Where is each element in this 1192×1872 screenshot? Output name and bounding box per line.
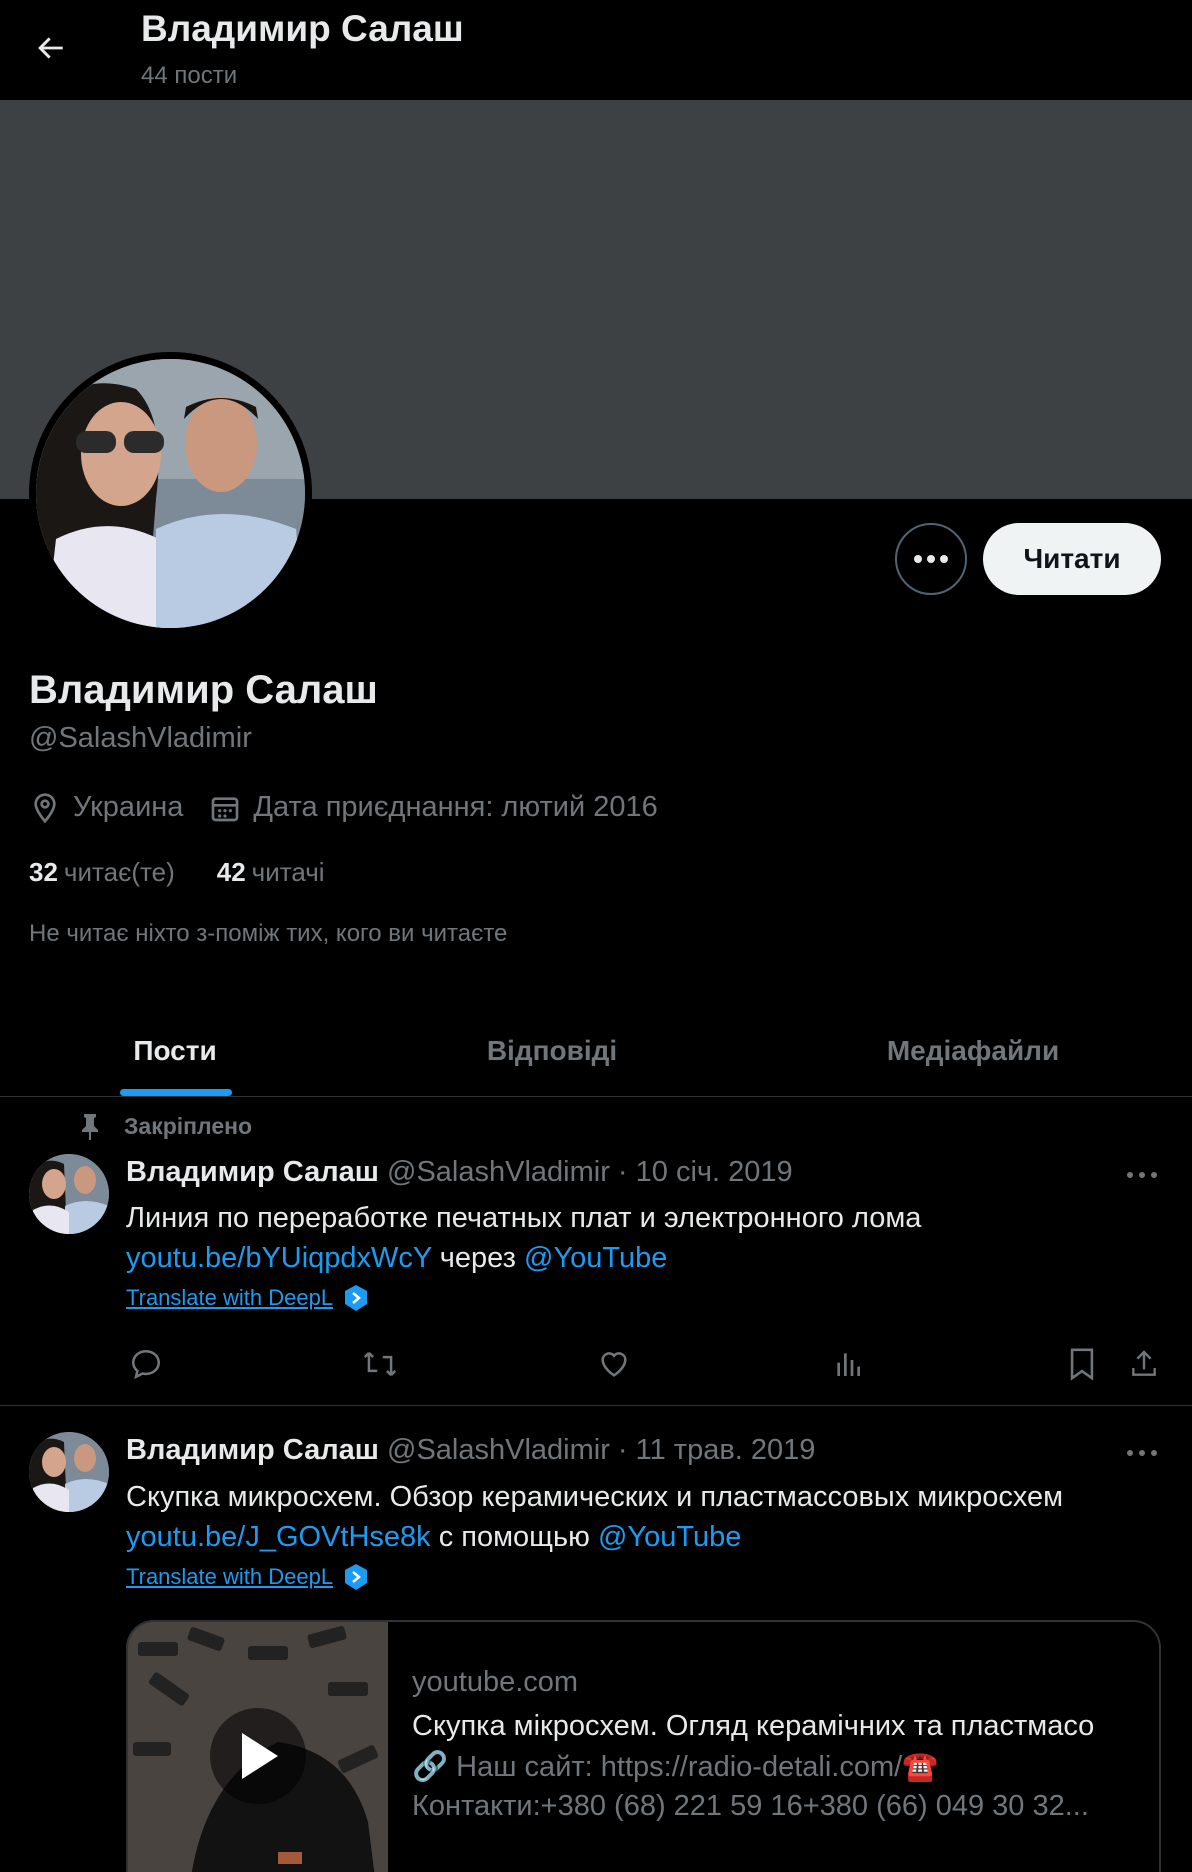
translate-label: Translate with DeepL <box>126 1564 334 1589</box>
repost-button[interactable] <box>360 1344 400 1384</box>
repost-icon <box>363 1352 397 1376</box>
active-tab-indicator <box>120 1089 232 1096</box>
card-description: 🔗 Наш сайт: https://radio-detali.com/☎️ <box>412 1751 939 1783</box>
reply-icon <box>131 1349 161 1380</box>
post-author-name[interactable]: Владимир Салаш <box>126 1434 379 1466</box>
back-button[interactable] <box>28 26 72 70</box>
post-link[interactable]: youtu.be/J_GOVtHse8k <box>126 1521 431 1553</box>
post-text: Скупка микросхем. Обзор керамических и п… <box>126 1477 1063 1557</box>
pin-icon <box>82 1114 98 1140</box>
tab-posts[interactable]: Пости <box>0 1005 350 1096</box>
arrow-left-icon <box>38 37 63 59</box>
profile-name: Владимир Салаш <box>29 668 378 712</box>
like-button[interactable] <box>594 1344 634 1384</box>
post-connector: через <box>431 1242 525 1274</box>
reply-button[interactable] <box>126 1344 166 1384</box>
link-preview-card[interactable]: youtube.com Скупка мікросхем. Огляд кера… <box>126 1620 1161 1872</box>
views-button[interactable] <box>828 1344 868 1384</box>
post-more-button[interactable] <box>1122 1438 1162 1468</box>
post-item[interactable]: Закріплено Владимир Салаш @SalashVladimi… <box>0 1098 1192 1406</box>
more-icon <box>1127 1450 1157 1456</box>
bookmark-button[interactable] <box>1062 1344 1102 1384</box>
share-icon <box>1132 1350 1156 1376</box>
translate-link[interactable]: Translate with DeepL <box>126 1284 369 1312</box>
following-link[interactable]: 32 читає(те) <box>29 857 175 888</box>
bookmark-icon <box>1070 1348 1094 1381</box>
location: Украина <box>29 791 183 824</box>
followers-label: читачі <box>251 857 325 887</box>
play-button[interactable] <box>210 1708 306 1804</box>
heart-icon <box>601 1352 627 1377</box>
translate-label: Translate with DeepL <box>126 1285 334 1310</box>
video-thumbnail[interactable] <box>128 1622 388 1872</box>
post-body: Скупка микросхем. Обзор керамических и п… <box>126 1481 1064 1513</box>
share-button[interactable] <box>1124 1344 1164 1384</box>
post-body: Линия по переработке печатных плат и эле… <box>126 1202 922 1234</box>
tab-media-label: Медіафайли <box>886 1034 1060 1066</box>
post-connector: с помощью <box>430 1521 598 1553</box>
calendar-icon <box>212 796 239 821</box>
more-icon <box>1127 1172 1157 1178</box>
profile-handle: @SalashVladimir <box>29 722 252 754</box>
join-date: Дата приєднання: лютий 2016 <box>209 791 658 824</box>
post-count: 44 пости <box>141 62 238 89</box>
mutual-followers-note: Не читає ніхто з-поміж тих, кого ви чита… <box>29 920 508 947</box>
following-label: читає(те) <box>63 857 175 887</box>
post-actions <box>126 1344 1166 1384</box>
tab-media[interactable]: Медіафайли <box>754 1005 1192 1096</box>
deepl-icon <box>345 1285 368 1311</box>
post-mention[interactable]: @YouTube <box>524 1242 667 1274</box>
post-header: Владимир Салаш @SalashVladimir · 11 трав… <box>126 1434 815 1467</box>
tab-replies-label: Відповіді <box>486 1034 618 1066</box>
more-icon <box>914 555 948 563</box>
profile-tabs: Пости Відповіді Медіафайли <box>0 1005 1192 1097</box>
post-more-button[interactable] <box>1122 1160 1162 1190</box>
post-date[interactable]: · 10 січ. 2019 <box>618 1156 793 1188</box>
profile-avatar[interactable] <box>29 352 312 635</box>
card-description-contacts: Контакти:+380 (68) 221 59 16+380 (66) 04… <box>412 1790 1089 1822</box>
tab-posts-label: Пости <box>133 1034 217 1066</box>
followers-count: 42 <box>216 857 246 887</box>
post-header: Владимир Салаш @SalashVladimir · 10 січ.… <box>126 1156 793 1189</box>
join-date-text: Дата приєднання: лютий 2016 <box>253 791 658 823</box>
translate-link[interactable]: Translate with DeepL <box>126 1563 369 1591</box>
tab-replies[interactable]: Відповіді <box>350 1005 754 1096</box>
followers-link[interactable]: 42 читачі <box>217 857 325 888</box>
card-title: Скупка мікросхем. Огляд керамічних та пл… <box>412 1710 1095 1742</box>
post-date[interactable]: · 11 трав. 2019 <box>618 1434 815 1466</box>
top-bar: Владимир Салаш 44 пости <box>0 0 1192 100</box>
more-options-button[interactable] <box>895 523 967 595</box>
location-pin-icon <box>34 792 56 823</box>
post-avatar[interactable] <box>29 1154 109 1234</box>
post-author-name[interactable]: Владимир Салаш <box>126 1156 379 1188</box>
analytics-icon <box>837 1353 860 1376</box>
header-title: Владимир Салаш <box>141 8 464 49</box>
profile-meta: Украина Дата приєднання: лютий 2016 <box>29 791 684 824</box>
deepl-icon <box>345 1564 368 1590</box>
post-link[interactable]: youtu.be/bYUiqpdxWcY <box>126 1242 432 1274</box>
following-count: 32 <box>29 857 58 887</box>
play-icon <box>242 1733 278 1779</box>
location-text: Украина <box>73 791 184 823</box>
post-author-handle[interactable]: @SalashVladimir <box>387 1434 610 1466</box>
pinned-label: Закріплено <box>124 1112 253 1139</box>
follow-stats: 32 читає(те) 42 читачі <box>29 857 367 888</box>
post-author-handle[interactable]: @SalashVladimir <box>387 1156 610 1188</box>
card-domain: youtube.com <box>412 1666 579 1698</box>
post-mention[interactable]: @YouTube <box>598 1521 741 1553</box>
pinned-indicator: Закріплено <box>78 1112 252 1140</box>
post-text: Линия по переработке печатных плат и эле… <box>126 1198 921 1278</box>
follow-button[interactable]: Читати <box>983 523 1161 595</box>
post-avatar[interactable] <box>29 1432 109 1512</box>
